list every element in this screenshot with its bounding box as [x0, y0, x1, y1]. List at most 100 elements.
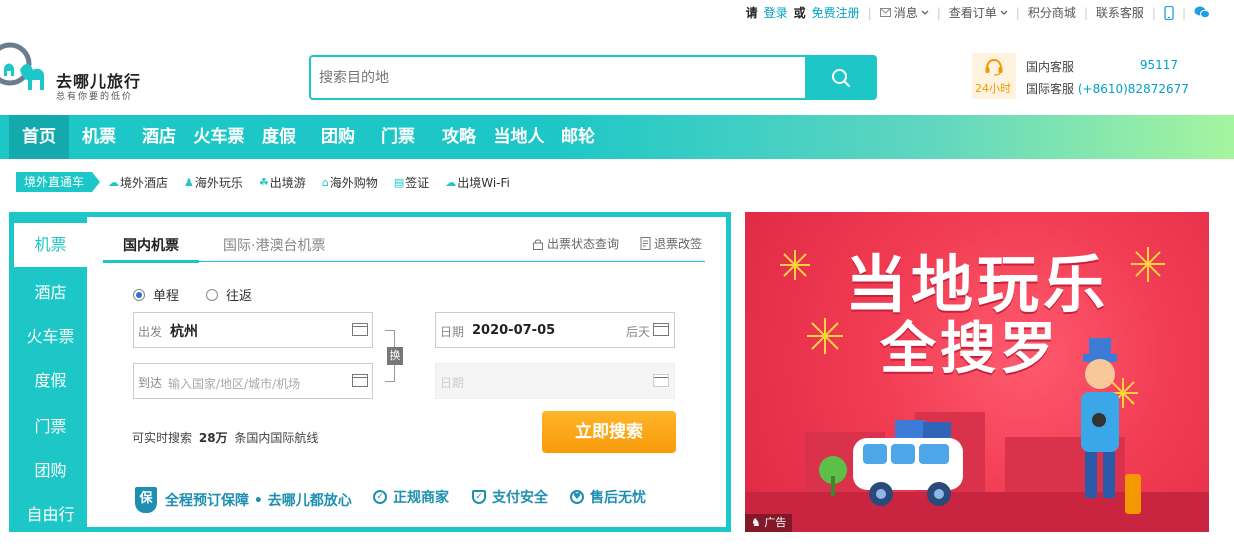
nav-locals[interactable]: 当地人 — [491, 115, 547, 159]
city-picker-icon[interactable] — [352, 374, 368, 387]
depart-date-value: 2020-07-05 — [472, 323, 556, 338]
headset-icon — [985, 58, 1003, 76]
tourist-illustration — [1081, 338, 1141, 514]
route-count: 28万 — [198, 431, 228, 445]
ticket-status-link[interactable]: 出票状态查询 — [532, 235, 619, 252]
side-tab-hotels[interactable]: 酒店 — [14, 279, 87, 303]
from-field[interactable]: 出发 杭州 — [133, 312, 373, 348]
guarantee-payment-safe[interactable]: ✓ 支付安全 — [472, 487, 548, 507]
login-link[interactable]: 登录 — [764, 4, 788, 21]
nav-home[interactable]: 首页 — [9, 115, 69, 159]
points-link[interactable]: 积分商城 — [1028, 4, 1076, 21]
person-icon: ♟ — [184, 175, 194, 189]
mobile-icon[interactable] — [1164, 5, 1174, 20]
orders-link[interactable]: 查看订单 — [949, 4, 1008, 21]
booking-panel: 机票 酒店 火车票 度假 门票 团购 自由行 国内机票 国际·港澳台机票 出票状… — [9, 212, 731, 532]
palm-icon: ☘ — [258, 175, 269, 189]
destination-search — [309, 55, 877, 100]
subnav-wifi[interactable]: ☁ 出境Wi-Fi — [445, 174, 510, 191]
city-picker-icon[interactable] — [352, 323, 368, 336]
heart-icon: ♥ — [570, 490, 584, 504]
camel-icon: ♞ — [751, 516, 761, 529]
shield-check-icon: ✓ — [472, 490, 486, 504]
subnav-visa[interactable]: ▤ 签证 — [394, 174, 429, 191]
overseas-express-tag[interactable]: 境外直通车 — [16, 172, 101, 192]
route-info: 可实时搜索 28万 条国内国际航线 — [132, 431, 319, 445]
top-bar: 请 登录 或 免费注册 | 消息 | 查看订单 | 积分商城 | 联系客服 | … — [0, 0, 1234, 26]
search-input[interactable] — [319, 57, 809, 98]
nav-group-buy[interactable]: 团购 — [313, 115, 363, 159]
side-tab-flights[interactable]: 机票 — [14, 223, 87, 267]
nav-vacation[interactable]: 度假 — [254, 115, 304, 159]
calendar-icon[interactable] — [653, 323, 669, 336]
domestic-phone: 95117 — [1139, 58, 1178, 72]
nav-trains[interactable]: 火车票 — [190, 115, 248, 159]
intl-service: 国际客服 (+8610)82872677 — [1026, 82, 1189, 96]
search-button[interactable] — [805, 55, 877, 100]
intl-phone: (+8610)82872677 — [1077, 82, 1189, 96]
mail-icon — [879, 8, 891, 17]
wifi-icon: ☁ — [445, 175, 457, 189]
domestic-service: 国内客服 95117 — [1026, 58, 1178, 74]
hotel-icon: ☁ — [108, 175, 120, 189]
nav-tickets[interactable]: 门票 — [373, 115, 423, 159]
tab-domestic-flights[interactable]: 国内机票 — [123, 235, 179, 255]
passport-icon: ▤ — [393, 175, 405, 189]
subnav-overseas-hotel[interactable]: ☁ 境外酒店 — [108, 174, 168, 191]
radio-checked-icon — [133, 288, 145, 301]
main-nav: 首页 机票 酒店 火车票 度假 团购 门票 攻略 当地人 邮轮 — [0, 115, 1234, 159]
guarantee-after-sale[interactable]: ♥ 售后无忧 — [570, 487, 646, 507]
page: 请 登录 或 免费注册 | 消息 | 查看订单 | 积分商城 | 联系客服 | … — [0, 0, 1234, 549]
subnav-overseas-shopping[interactable]: ⌂ 海外购物 — [322, 174, 378, 191]
to-placeholder: 输入国家/地区/城市/机场 — [168, 377, 301, 391]
ad-label: ♞ 广告 — [745, 514, 793, 532]
wechat-icon[interactable] — [1194, 6, 1210, 19]
badge-icon: ✓ — [373, 490, 387, 504]
nav-guides[interactable]: 攻略 — [434, 115, 484, 159]
sub-nav: 境外直通车 ☁ 境外酒店 ♟ 海外玩乐 ☘ 出境游 ⌂ 海外购物 ▤ 签证 ☁ 出境Wi-F… — [16, 171, 510, 193]
guarantee-legit-merchant[interactable]: ✓ 正规商家 — [373, 487, 449, 507]
messages-link[interactable]: 消息 — [879, 4, 929, 21]
subnav-outbound-tour[interactable]: ☘ 出境游 — [259, 174, 306, 191]
ad-subheadline: 全搜罗 — [880, 317, 1060, 382]
swap-cities[interactable]: 换 — [385, 330, 403, 382]
register-link[interactable]: 免费注册 — [812, 4, 860, 21]
refund-change-link[interactable]: 退票改签 — [640, 235, 702, 252]
bag-icon: ⌂ — [321, 175, 329, 189]
subnav-overseas-fun[interactable]: ♟ 海外玩乐 — [184, 174, 243, 191]
or-text: 或 — [793, 6, 806, 20]
swap-button[interactable]: 换 — [387, 347, 403, 365]
to-field[interactable]: 到达 输入国家/地区/城市/机场 — [133, 363, 373, 399]
flight-search-button[interactable]: 立即搜索 — [542, 411, 676, 453]
side-tab-trains[interactable]: 火车票 — [14, 323, 87, 347]
shield-icon: 保 — [135, 487, 157, 513]
support-link[interactable]: 联系客服 — [1096, 4, 1144, 21]
guarantee-main[interactable]: 保 全程预订保障 • 去哪儿都放心 — [135, 487, 352, 513]
radio-unchecked-icon — [206, 288, 218, 301]
lock-icon — [533, 239, 543, 250]
from-value: 杭州 — [170, 324, 198, 340]
ad-banner[interactable]: 当地玩乐 全搜罗 ♞ 广告 — [745, 212, 1209, 532]
side-tab-vacation[interactable]: 度假 — [14, 367, 87, 391]
booking-sidebar: 机票 酒店 火车票 度假 门票 团购 自由行 — [14, 217, 87, 527]
qunar-logo[interactable]: 去哪儿旅行 总有你要的低价 — [0, 40, 160, 104]
chevron-down-icon — [921, 10, 929, 15]
tab-intl-flights[interactable]: 国际·港澳台机票 — [223, 235, 325, 255]
side-tab-free-travel[interactable]: 自由行 — [14, 501, 87, 525]
date-hint: 后天 — [626, 325, 651, 339]
depart-date-field[interactable]: 日期 2020-07-05 后天 — [435, 312, 675, 348]
radio-one-way[interactable]: 单程 — [133, 285, 179, 304]
search-icon — [832, 68, 850, 87]
side-tab-tickets[interactable]: 门票 — [14, 413, 87, 437]
nav-flights[interactable]: 机票 — [74, 115, 124, 159]
please-text: 请 — [745, 6, 758, 20]
logo-slogan: 总有你要的低价 — [56, 92, 134, 102]
radio-round-trip[interactable]: 往返 — [206, 285, 252, 304]
customer-service: 24小时 国内客服 95117 国际客服 (+8610)82872677 — [972, 53, 1212, 99]
nav-hotels[interactable]: 酒店 — [134, 115, 184, 159]
nav-cruise[interactable]: 邮轮 — [553, 115, 603, 159]
side-tab-group-buy[interactable]: 团购 — [14, 457, 87, 481]
camel-logo-icon — [0, 42, 44, 90]
return-date-field: 日期 — [435, 363, 675, 399]
document-icon — [640, 237, 651, 250]
